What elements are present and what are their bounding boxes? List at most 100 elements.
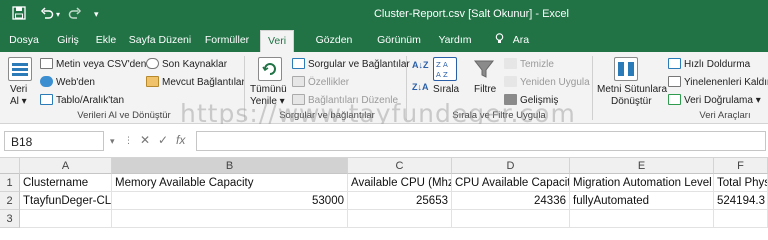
tab-insert[interactable]: Ekle: [90, 30, 122, 52]
sort-ascending-button[interactable]: A↓Z: [412, 60, 429, 70]
formula-bar-grip: ⋮: [124, 135, 133, 145]
insert-function-icon[interactable]: fx: [176, 133, 185, 147]
select-all-corner[interactable]: [0, 158, 20, 174]
tab-formulas[interactable]: Formüller: [200, 30, 254, 52]
name-box[interactable]: B18: [4, 131, 104, 151]
flash-fill-button[interactable]: Hızlı Doldurma: [668, 58, 750, 70]
column-header-e[interactable]: E: [570, 158, 714, 174]
properties-button[interactable]: Özellikler: [292, 76, 349, 88]
cell-b1[interactable]: Memory Available Capacity: [112, 174, 348, 192]
recent-sources-label: Son Kaynaklar: [162, 59, 228, 70]
clear-filter-button[interactable]: Temizle: [504, 58, 554, 70]
cell-b2[interactable]: 53000: [112, 192, 348, 210]
column-header-c[interactable]: C: [348, 158, 452, 174]
cell-a1[interactable]: Clustername: [20, 174, 112, 192]
tab-data[interactable]: Veri: [260, 30, 294, 52]
from-csv-label: Metin veya CSV'den: [56, 59, 147, 70]
tab-page-layout[interactable]: Sayfa Düzeni: [128, 30, 192, 52]
cell-a2[interactable]: TtayfunDeger-CLS: [20, 192, 112, 210]
reapply-button[interactable]: Yeniden Uygula: [504, 76, 590, 88]
refresh-all-icon: [258, 57, 282, 81]
search-tab-label: Ara: [512, 34, 530, 46]
cell-d3[interactable]: [452, 210, 570, 228]
group-separator: [592, 56, 593, 120]
row-header-1[interactable]: 1: [0, 174, 20, 192]
cell-a3[interactable]: [20, 210, 112, 228]
data-validation-icon: [668, 94, 681, 105]
get-data-dropdown[interactable]: Al ▾: [10, 96, 27, 107]
from-table-button[interactable]: Tablo/Aralık'tan: [40, 94, 124, 106]
remove-duplicates-icon: [668, 76, 681, 87]
row-header-2[interactable]: 2: [0, 192, 20, 210]
recent-sources-button[interactable]: Son Kaynaklar: [146, 58, 227, 70]
cell-c1[interactable]: Available CPU (Mhz): [348, 174, 452, 192]
worksheet-grid[interactable]: A B C D E F 1 Clustername Memory Availab…: [0, 158, 768, 228]
column-header-b[interactable]: B: [112, 158, 348, 174]
cell-e1[interactable]: Migration Automation Level: [570, 174, 714, 192]
row-header-3[interactable]: 3: [0, 210, 20, 228]
properties-icon: [292, 76, 305, 87]
data-validation-label: Veri Doğrulama ▾: [684, 95, 761, 106]
refresh-all-button[interactable]: Tümünü: [250, 84, 287, 95]
enter-icon[interactable]: ✓: [158, 133, 168, 147]
cancel-icon[interactable]: ✕: [140, 133, 150, 147]
ribbon-tabs: Dosya Giriş Ekle Sayfa Düzeni Formüller …: [0, 30, 768, 66]
sort-descending-button[interactable]: Z↓A: [412, 82, 429, 92]
name-box-dropdown[interactable]: ▾: [110, 136, 115, 147]
connections-icon: [146, 76, 159, 87]
tab-file[interactable]: Dosya: [4, 30, 44, 52]
svg-text:Z A: Z A: [436, 61, 448, 69]
reapply-icon: [504, 76, 517, 87]
data-validation-button[interactable]: Veri Doğrulama ▾: [668, 94, 761, 106]
column-header-f[interactable]: F: [714, 158, 768, 174]
text-file-icon: [40, 58, 53, 69]
existing-connections-label: Mevcut Bağlantılar: [162, 77, 245, 88]
cell-f2[interactable]: 524194.3: [714, 192, 768, 210]
cell-e2[interactable]: fullyAutomated: [570, 192, 714, 210]
cell-b3[interactable]: [112, 210, 348, 228]
tab-review[interactable]: Gözden Geçir: [302, 30, 366, 66]
title-bar: ▾ ▾ Cluster-Report.csv [Salt Okunur] - E…: [0, 0, 768, 30]
get-data-icon: [8, 57, 32, 81]
cell-f3[interactable]: [714, 210, 768, 228]
reapply-label: Yeniden Uygula: [520, 77, 590, 88]
clock-icon: [146, 58, 159, 69]
properties-label: Özellikler: [308, 77, 350, 88]
cell-f1[interactable]: Total Phys: [714, 174, 768, 192]
svg-text:A Z: A Z: [436, 71, 448, 79]
queries-connections-button[interactable]: Sorgular ve Bağlantılar: [292, 58, 410, 70]
window-title: Cluster-Report.csv [Salt Okunur] - Excel: [373, 8, 569, 20]
get-data-button[interactable]: Veri: [10, 84, 27, 95]
text-to-columns-button[interactable]: Metni Sütunlara: [597, 84, 667, 95]
tab-search[interactable]: Ara: [492, 30, 532, 52]
group-data-tools-label: Veri Araçları: [699, 110, 751, 121]
formula-bar: B18 ▾ ⋮ ✕ ✓ fx: [0, 124, 768, 158]
cell-c3[interactable]: [348, 210, 452, 228]
cell-c2[interactable]: 25653: [348, 192, 452, 210]
filter-button[interactable]: Filtre: [474, 84, 496, 95]
flash-fill-icon: [668, 58, 681, 69]
formula-input[interactable]: [196, 131, 766, 151]
lightbulb-icon: [495, 33, 507, 46]
column-header-a[interactable]: A: [20, 158, 112, 174]
cell-d2[interactable]: 24336: [452, 192, 570, 210]
tab-help[interactable]: Yardım: [434, 30, 476, 52]
from-web-button[interactable]: Web'den: [40, 76, 95, 88]
existing-connections-button[interactable]: Mevcut Bağlantılar: [146, 76, 245, 88]
text-to-columns-icon: [614, 57, 638, 81]
remove-duplicates-label: Yinelenenleri Kaldır: [684, 77, 768, 88]
tab-home[interactable]: Giriş: [50, 30, 86, 52]
tab-view[interactable]: Görünüm: [374, 30, 424, 52]
from-csv-button[interactable]: Metin veya CSV'den: [40, 58, 146, 70]
clear-filter-icon: [504, 58, 517, 69]
cell-d1[interactable]: CPU Available Capacity: [452, 174, 570, 192]
sort-button[interactable]: Sırala: [433, 84, 459, 95]
column-header-d[interactable]: D: [452, 158, 570, 174]
queries-connections-label: Sorgular ve Bağlantılar: [308, 59, 410, 70]
cell-e3[interactable]: [570, 210, 714, 228]
table-icon: [40, 94, 53, 105]
from-web-label: Web'den: [56, 77, 95, 88]
globe-icon: [40, 76, 53, 87]
remove-duplicates-button[interactable]: Yinelenenleri Kaldır: [668, 76, 768, 88]
flash-fill-label: Hızlı Doldurma: [684, 59, 751, 70]
